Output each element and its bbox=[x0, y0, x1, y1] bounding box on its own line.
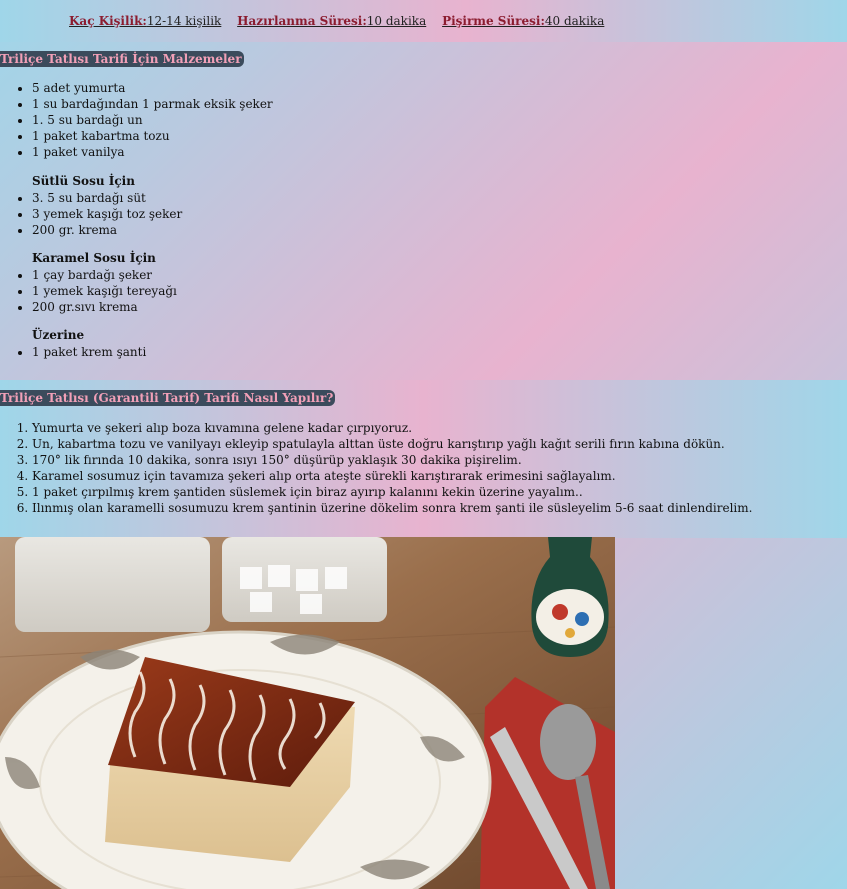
list-item: 1. 5 su bardağı un bbox=[32, 112, 273, 128]
list-item: 1 çay bardağı şeker bbox=[32, 267, 177, 283]
cook-time-value: 40 dakika bbox=[544, 14, 605, 28]
list-item: 1 paket kabartma tozu bbox=[32, 128, 273, 144]
steps-list: Yumurta ve şekeri alıp boza kıvamına gel… bbox=[0, 420, 752, 516]
list-item: 1 su bardağından 1 parmak eksik şeker bbox=[32, 96, 273, 112]
milk-sauce-list: 3. 5 su bardağı süt 3 yemek kaşığı toz ş… bbox=[0, 190, 182, 238]
step-item: Un, kabartma tozu ve vanilyayı ekleyip s… bbox=[32, 436, 752, 452]
milk-sauce-heading: Sütlü Sosu İçin bbox=[32, 174, 135, 188]
list-item: 200 gr.sıvı krema bbox=[32, 299, 177, 315]
prep-time-link[interactable]: Hazırlanma Süresi:10 dakika bbox=[237, 14, 426, 28]
step-item: Karamel sosumuz için tavamıza şekeri alı… bbox=[32, 468, 752, 484]
servings-link[interactable]: Kaç Kişilik:12-14 kişilik bbox=[69, 14, 221, 28]
list-item: 1 yemek kaşığı tereyağı bbox=[32, 283, 177, 299]
cook-time-label: Pişirme Süresi: bbox=[442, 14, 545, 28]
topping-heading: Üzerine bbox=[32, 328, 85, 342]
servings-value: 12-14 kişilik bbox=[146, 14, 222, 28]
steps-title: Triliçe Tatlısı (Garantili Tarif) Tarifi… bbox=[0, 390, 336, 406]
caramel-sauce-list: 1 çay bardağı şeker 1 yemek kaşığı terey… bbox=[0, 267, 177, 315]
ingredients-title: Triliçe Tatlısı Tarifi İçin Malzemeler bbox=[0, 51, 244, 67]
topping-list: 1 paket krem şanti bbox=[0, 344, 146, 360]
prep-time-label: Hazırlanma Süresi: bbox=[237, 14, 367, 28]
servings-label: Kaç Kişilik: bbox=[69, 14, 147, 28]
dessert-photo bbox=[0, 537, 615, 889]
list-item: 3 yemek kaşığı toz şeker bbox=[32, 206, 182, 222]
recipe-info-bar: Kaç Kişilik:12-14 kişilik Hazırlanma Sür… bbox=[0, 0, 847, 42]
list-item: 5 adet yumurta bbox=[32, 80, 273, 96]
sugar-jars-image bbox=[15, 537, 387, 632]
list-item: 3. 5 su bardağı süt bbox=[32, 190, 182, 206]
prep-time-value: 10 dakika bbox=[366, 14, 427, 28]
list-item: 1 paket krem şanti bbox=[32, 344, 146, 360]
step-item: Yumurta ve şekeri alıp boza kıvamına gel… bbox=[32, 420, 752, 436]
list-item: 1 paket vanilya bbox=[32, 144, 273, 160]
step-item: 170° lik fırında 10 dakika, sonra ısıyı … bbox=[32, 452, 752, 468]
ingredients-main-list: 5 adet yumurta 1 su bardağından 1 parmak… bbox=[0, 80, 273, 160]
step-item: Ilınmış olan karamelli sosumuzu krem şan… bbox=[32, 500, 752, 516]
cook-time-link[interactable]: Pişirme Süresi:40 dakika bbox=[442, 14, 604, 28]
list-item: 200 gr. krema bbox=[32, 222, 182, 238]
step-item: 1 paket çırpılmış krem şantiden süslemek… bbox=[32, 484, 752, 500]
caramel-sauce-heading: Karamel Sosu İçin bbox=[32, 251, 156, 265]
